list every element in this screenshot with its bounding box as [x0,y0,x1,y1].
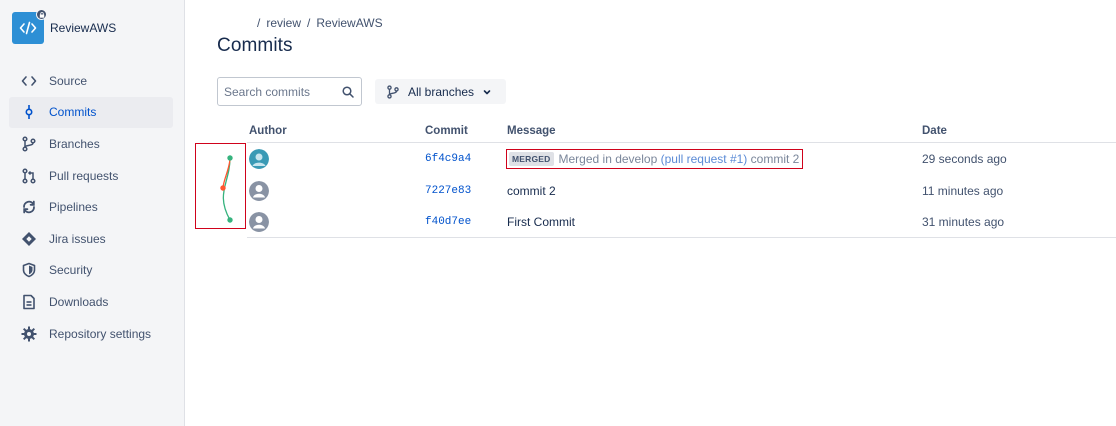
breadcrumb-separator: / [257,16,261,30]
sidebar-item-label: Repository settings [49,326,152,341]
breadcrumb-separator: / [307,16,311,30]
commit-hash-link[interactable]: 7227e83 [425,185,471,197]
code-icon [19,21,37,35]
sidebar-item-label: Downloads [49,294,109,309]
page-title: Commits [217,35,293,56]
commit-message: Merged in develop [558,151,661,166]
avatar[interactable] [249,148,269,169]
sidebar-item-label: Source [49,73,88,88]
branch-filter-button[interactable]: All branches [375,79,506,104]
breadcrumb-repo[interactable]: ReviewAWS [316,16,382,30]
avatar[interactable] [249,211,269,232]
chevron-down-icon [483,89,491,94]
commit-message-suffix: commit 2 [747,151,800,166]
breadcrumb-project[interactable]: review [266,16,301,30]
lock-icon [36,9,47,20]
search-input[interactable] [224,84,334,99]
search-icon[interactable] [341,85,355,99]
repo-name[interactable]: ReviewAWS [50,21,116,35]
merge-message-highlight: MERGED Merged in develop (pull request #… [506,148,804,169]
breadcrumb: / review / ReviewAWS [257,16,383,30]
column-header-date[interactable]: Date [922,125,947,137]
pull-request-link[interactable]: (pull request #1) [661,152,748,166]
commit-hash-link[interactable]: 6f4c9a4 [425,153,471,165]
document-icon [21,294,37,310]
commit-message: First Commit [507,214,575,229]
sidebar-item-repository-settings[interactable]: Repository settings [9,318,173,350]
sidebar-item-source[interactable]: Source [9,65,173,97]
table-header: Author Commit Message Date [0,125,1116,143]
table-row[interactable]: 7227e83 commit 2 11 minutes ago [0,175,1116,206]
column-header-author[interactable]: Author [249,125,287,137]
sidebar-item-label: Security [49,263,93,278]
repo-avatar[interactable] [12,9,47,44]
avatar[interactable] [249,180,269,201]
sidebar-item-commits[interactable]: Commits [9,96,173,129]
table-row[interactable]: f40d7ee First Commit 31 minutes ago [0,206,1116,237]
repo-header[interactable]: ReviewAWS [12,9,116,44]
branch-icon [387,84,399,99]
shield-icon [21,262,37,278]
sidebar-item-downloads[interactable]: Downloads [9,286,173,318]
merged-badge: MERGED [509,151,554,166]
gear-icon [21,326,37,342]
commit-date: 11 minutes ago [922,183,1004,198]
search-box[interactable] [217,77,362,106]
branch-filter-label: All branches [408,84,475,99]
sidebar-item-security[interactable]: Security [9,255,173,287]
commit-date: 29 seconds ago [922,151,1007,166]
column-header-commit[interactable]: Commit [425,125,468,137]
commit-message: commit 2 [507,183,556,198]
table-row[interactable]: 6f4c9a4 MERGED Merged in develop (pull r… [0,143,1116,174]
commit-icon [21,104,37,120]
code-icon [21,73,37,89]
commit-date: 31 minutes ago [922,214,1005,229]
divider [247,237,1116,238]
commit-hash-link[interactable]: f40d7ee [425,216,471,228]
sidebar-item-label: Commits [49,105,97,120]
column-header-message[interactable]: Message [507,125,556,137]
